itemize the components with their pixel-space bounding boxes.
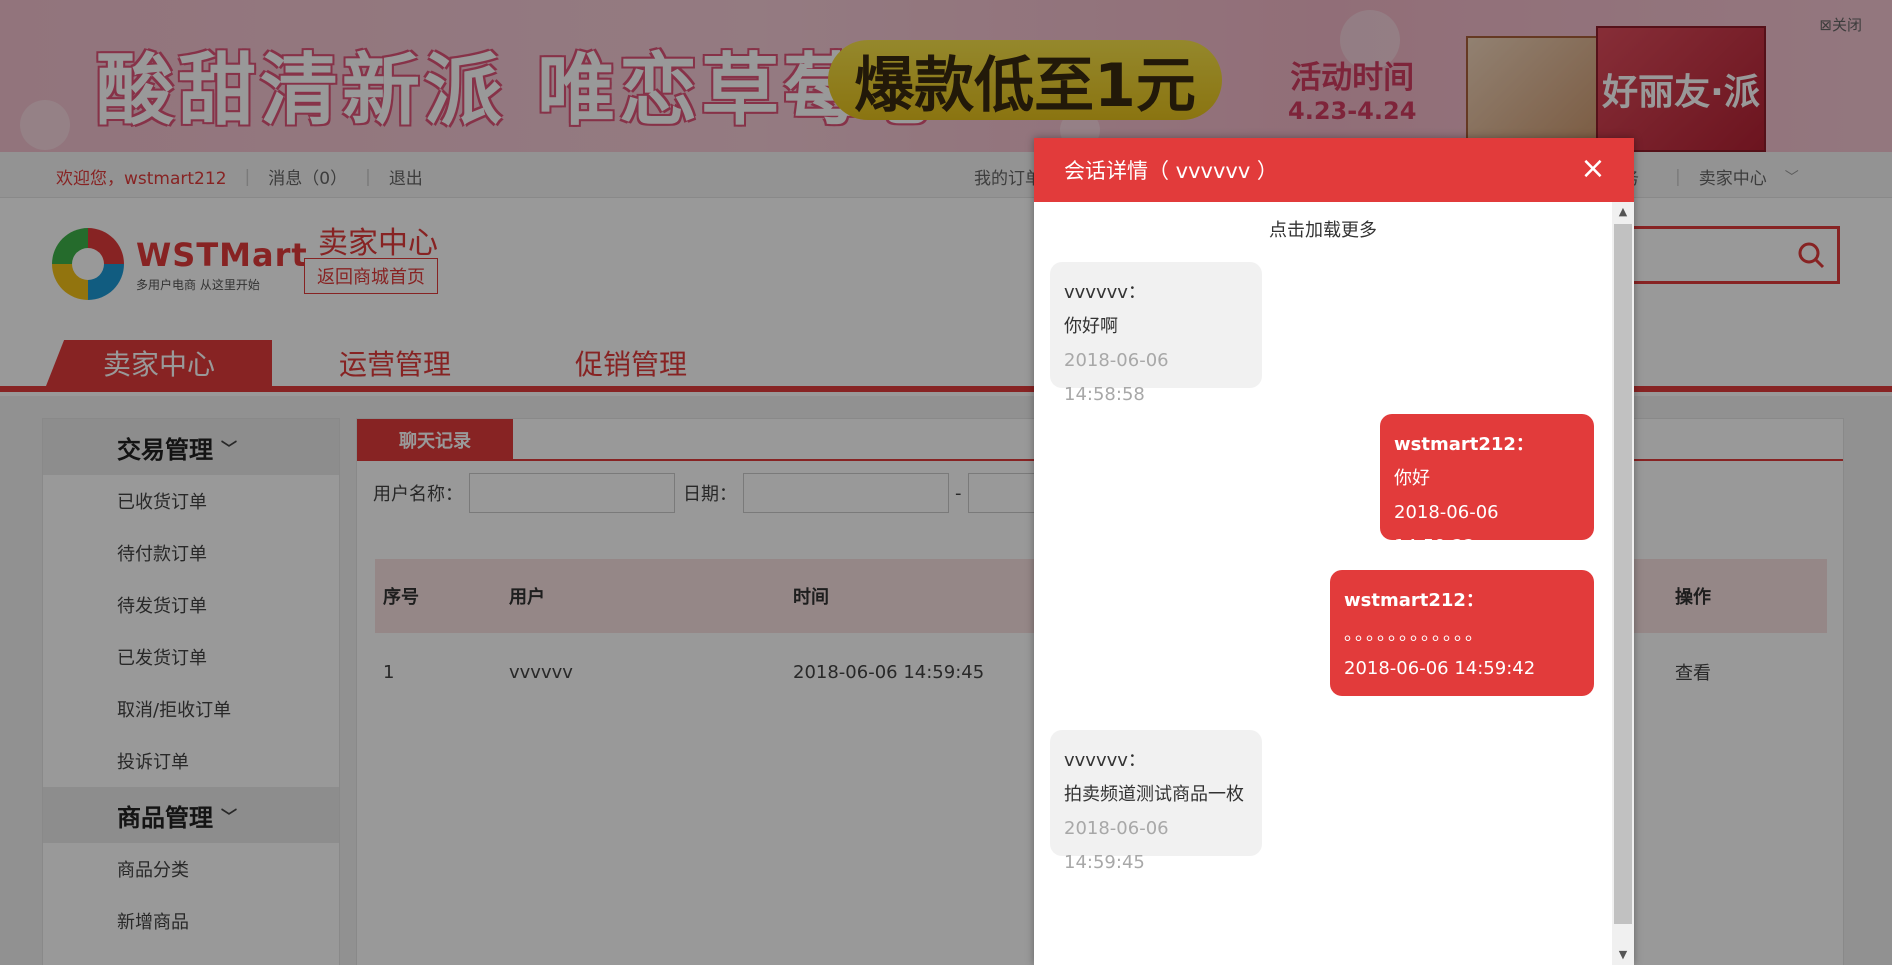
message-time: 2018-06-06 14:59:42 [1344,658,1536,679]
message-sender: vvvvvv： [1064,750,1146,771]
message-bubble: wstmart212： 你好 2018-06-06 14:59:22 [1380,414,1594,557]
dialog-header: 会话详情（ vvvvvv ） × [1034,138,1634,202]
message-text: 拍卖频道测试商品一枚 [1064,784,1244,805]
message-bubble: vvvvvv： 你好啊 2018-06-06 14:58:58 [1050,262,1262,405]
message-text: 你好 [1394,468,1430,489]
close-icon[interactable]: × [1578,154,1608,184]
dialog-title: 会话详情（ vvvvvv ） [1064,159,1278,183]
message-bubble: wstmart212： 。。。。。。。。。。。。 2018-06-06 14:5… [1330,570,1594,696]
scroll-up-arrow-icon[interactable]: ▲ [1612,202,1634,222]
message-time: 2018-06-06 14:59:22 [1394,502,1499,557]
message-text: 你好啊 [1064,316,1118,337]
message-text: 。。。。。。。。。。。。 [1344,624,1485,645]
message-time: 2018-06-06 14:58:58 [1064,350,1169,405]
scroll-down-arrow-icon[interactable]: ▼ [1612,945,1634,965]
chat-detail-dialog: 会话详情（ vvvvvv ） × 点击加载更多 vvvvvv： 你好啊 2018… [1034,138,1634,965]
message-sender: vvvvvv： [1064,282,1146,303]
message-bubble: vvvvvv： 拍卖频道测试商品一枚 2018-06-06 14:59:45 [1050,730,1262,873]
message-time: 2018-06-06 14:59:45 [1064,818,1169,873]
scrollbar-thumb[interactable] [1614,224,1632,924]
dialog-scrollbar[interactable]: ▲ ▼ [1612,202,1634,965]
load-more-link[interactable]: 点击加载更多 [1034,216,1612,242]
message-sender: wstmart212： [1344,590,1484,611]
dialog-body: 点击加载更多 vvvvvv： 你好啊 2018-06-06 14:58:58 w… [1034,202,1612,965]
message-sender: wstmart212： [1394,434,1534,455]
